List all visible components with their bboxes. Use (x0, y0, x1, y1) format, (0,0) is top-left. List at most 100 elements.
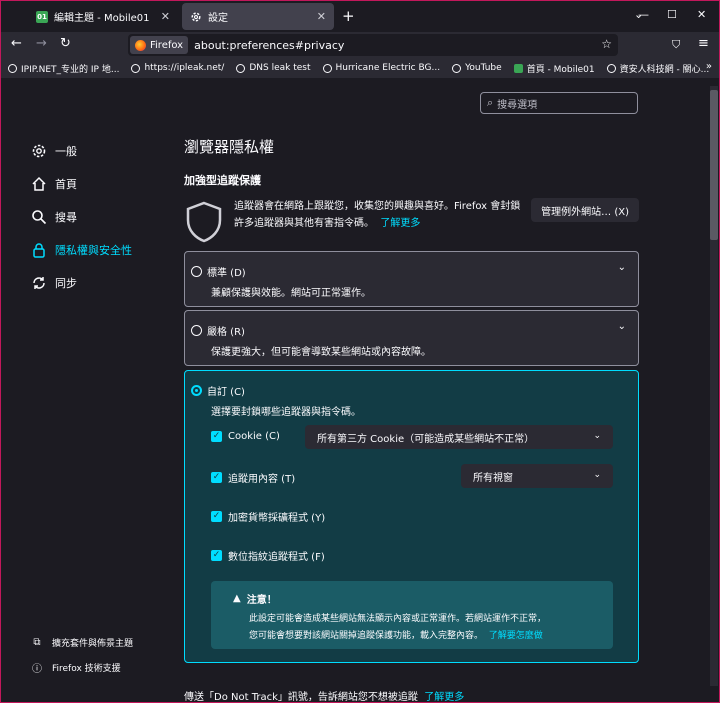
identity-box[interactable]: Firefox (130, 36, 189, 54)
strict-desc: 保護更強大，但可能會導致某些網站或內容故障。 (211, 347, 431, 358)
checkbox-checked-icon[interactable]: ✓ (211, 431, 222, 442)
search-placeholder: 搜尋選項 (497, 99, 538, 111)
tracking-checkbox-row[interactable]: ✓ 追蹤用內容 (T) (211, 470, 295, 485)
minimize-icon[interactable]: — (638, 8, 649, 21)
sidebar-item-search[interactable]: 搜尋 (30, 200, 170, 233)
back-icon[interactable]: ← (11, 36, 22, 51)
bookmark-item[interactable]: YouTube (452, 63, 502, 73)
bookmark-item[interactable]: https://ipleak.net/ (131, 63, 224, 73)
bookmark-item[interactable]: 首頁 - Mobile01 (513, 62, 595, 75)
fingerprint-label: 數位指紋追蹤程式 (F) (228, 552, 325, 563)
cookie-select[interactable]: 所有第三方 Cookie（可能造成某些網站不正常） ⌄ (305, 425, 613, 449)
etp-description-row: 追蹤器會在網路上跟蹤您，收集您的興趣與喜好。Firefox 會封鎖許多追蹤器與其… (184, 198, 639, 250)
url-text[interactable]: about:preferences#privacy (194, 39, 344, 52)
custom-radio[interactable] (191, 385, 202, 396)
firefox-icon (135, 39, 146, 51)
star-icon[interactable]: ☆ (601, 37, 612, 51)
sync-icon (30, 274, 48, 292)
tracking-label: 追蹤用內容 (T) (228, 474, 296, 485)
window-close-icon[interactable]: ✕ (697, 8, 706, 21)
bookmark-item[interactable]: DNS leak test (236, 63, 311, 73)
globe-icon (606, 63, 616, 73)
sidebar-footer: ⧉ 擴充套件與佈景主題 ⓘ Firefox 技術支援 (30, 630, 133, 680)
etp-heading: 加強型追蹤保護 (184, 174, 261, 187)
search-icon: ⌕ (487, 96, 494, 109)
close-icon[interactable]: ✕ (317, 10, 326, 23)
menu-icon[interactable]: ≡ (698, 36, 709, 51)
fingerprint-checkbox-row[interactable]: ✓ 數位指紋追蹤程式 (F) (211, 548, 325, 563)
strict-option-card[interactable]: 嚴格 (R) 保護更強大，但可能會導致某些網站或內容故障。 ⌄ (184, 310, 639, 366)
custom-option-card[interactable]: 自訂 (C) 選擇要封鎖哪些追蹤器與指令碼。 ✓ Cookie (C) 所有第三… (184, 370, 639, 663)
checkbox-checked-icon[interactable]: ✓ (211, 550, 222, 561)
tab-settings[interactable]: 設定 ✕ (182, 3, 334, 30)
gear-icon (190, 11, 202, 23)
preferences-page: ⌕ 搜尋選項 一般 首頁 搜尋 隱私權與安全性 同步 ⧉ 擴充套件與佈景主題 ⓘ… (0, 78, 720, 703)
pocket-icon[interactable]: ⛉ (672, 38, 680, 52)
identity-label: Firefox (150, 39, 184, 51)
standard-title: 標準 (D) (207, 268, 246, 279)
dnt-text: 傳送「Do Not Track」訊號，告訴網站您不想被追蹤 (184, 692, 418, 703)
sidebar-item-sync[interactable]: 同步 (30, 266, 170, 299)
standard-desc: 兼顧保護與效能。網站可正常運作。 (211, 288, 371, 299)
search-input[interactable]: ⌕ 搜尋選項 (480, 92, 638, 114)
learn-more-link[interactable]: 了解更多 (380, 218, 420, 229)
cookie-checkbox-row[interactable]: ✓ Cookie (C) (211, 431, 280, 442)
crypto-checkbox-row[interactable]: ✓ 加密貨幣採礦程式 (Y) (211, 509, 325, 524)
reload-icon[interactable]: ↻ (60, 36, 71, 51)
nav-bar: ← → ↻ Firefox about:preferences#privacy … (0, 32, 720, 58)
tracking-select[interactable]: 所有視窗 ⌄ (461, 464, 613, 488)
warning-box: ▲ 注意！ 此設定可能會造成某些網站無法顯示內容或正常運作。若網站運作不正常， … (211, 581, 613, 649)
search-icon (30, 208, 48, 226)
standard-option-card[interactable]: 標準 (D) 兼顧保護與效能。網站可正常運作。 ⌄ (184, 251, 639, 307)
bookmark-item[interactable]: IPIP.NET_专业的 IP 地... (8, 62, 119, 75)
forward-icon[interactable]: → (36, 36, 47, 51)
chevron-down-icon[interactable]: ⌄ (618, 262, 626, 273)
globe-icon (8, 63, 17, 73)
chevron-double-right-icon[interactable]: » (706, 61, 712, 72)
chevron-down-icon: ⌄ (593, 431, 601, 441)
scrollbar-thumb[interactable] (710, 90, 718, 240)
mobile01-icon (513, 63, 523, 73)
warning-body: 此設定可能會造成某些網站無法顯示內容或正常運作。若網站運作不正常， 您可能會想要… (249, 614, 547, 641)
page-title: 瀏覽器隱私權 (184, 138, 275, 156)
close-icon[interactable]: ✕ (161, 10, 170, 23)
shield-icon (184, 200, 224, 247)
warning-icon: ▲ (233, 593, 241, 604)
sidebar: 一般 首頁 搜尋 隱私權與安全性 同步 (30, 134, 170, 299)
new-tab-icon[interactable]: + (342, 7, 355, 25)
sidebar-item-addons[interactable]: ⧉ 擴充套件與佈景主題 (30, 630, 133, 655)
do-not-track-row: 傳送「Do Not Track」訊號，告訴網站您不想被追蹤 了解更多 (184, 688, 464, 703)
help-icon: ⓘ (32, 664, 42, 675)
cookie-label: Cookie (C) (228, 431, 280, 442)
sidebar-item-support[interactable]: ⓘ Firefox 技術支援 (30, 655, 133, 680)
learn-how-link[interactable]: 了解要怎麼做 (489, 631, 543, 641)
globe-icon (452, 63, 462, 73)
crypto-label: 加密貨幣採礦程式 (Y) (228, 513, 326, 524)
tab-title: 設定 (208, 13, 228, 24)
lock-icon (30, 241, 48, 259)
strict-radio[interactable] (191, 325, 202, 336)
strict-title: 嚴格 (R) (207, 327, 245, 338)
gear-icon (30, 142, 48, 160)
bookmark-item[interactable]: 資安人科技網 - 關心... (606, 62, 709, 75)
tab-mobile01[interactable]: 01 編輯主題 - Mobile01 ✕ (28, 3, 178, 30)
puzzle-icon: ⧉ (33, 637, 41, 648)
url-bar[interactable]: Firefox about:preferences#privacy ☆ (128, 34, 618, 56)
custom-desc: 選擇要封鎖哪些追蹤器與指令碼。 (211, 407, 361, 418)
dnt-learn-more-link[interactable]: 了解更多 (424, 692, 464, 703)
etp-description: 追蹤器會在網路上跟蹤您，收集您的興趣與喜好。Firefox 會封鎖許多追蹤器與其… (234, 201, 521, 229)
standard-radio[interactable] (191, 266, 202, 277)
checkbox-checked-icon[interactable]: ✓ (211, 511, 222, 522)
sidebar-item-general[interactable]: 一般 (30, 134, 170, 167)
globe-icon (322, 63, 332, 73)
bookmark-item[interactable]: Hurricane Electric BG... (322, 63, 440, 73)
globe-icon (131, 63, 141, 73)
sidebar-item-home[interactable]: 首頁 (30, 167, 170, 200)
sidebar-item-privacy[interactable]: 隱私權與安全性 (30, 233, 170, 266)
checkbox-checked-icon[interactable]: ✓ (211, 472, 222, 483)
chevron-down-icon[interactable]: ⌄ (618, 321, 626, 332)
privacy-panel: 瀏覽器隱私權 加強型追蹤保護 追蹤器會在網路上跟蹤您，收集您的興趣與喜好。Fir… (184, 134, 639, 703)
maximize-icon[interactable]: ☐ (667, 8, 677, 21)
tab-strip: 01 編輯主題 - Mobile01 ✕ 設定 ✕ + ⌄ — ☐ ✕ (0, 0, 720, 32)
manage-exceptions-button[interactable]: 管理例外網站… (X) (531, 198, 639, 222)
